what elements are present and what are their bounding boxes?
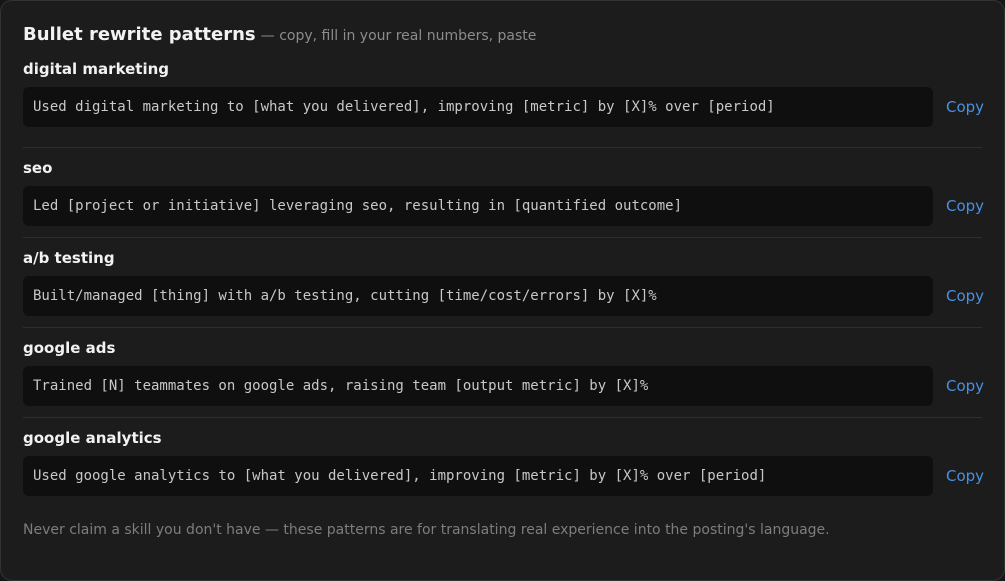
pattern-text[interactable]: Used google analytics to [what you deliv… xyxy=(23,456,933,496)
skill-label: digital marketing xyxy=(23,60,170,78)
disclaimer-note: Never claim a skill you don't have — the… xyxy=(23,522,830,538)
copy-button[interactable]: Copy xyxy=(946,98,984,116)
pattern-text[interactable]: Trained [N] teammates on google ads, rai… xyxy=(23,366,933,406)
pattern-text[interactable]: Led [project or initiative] leveraging s… xyxy=(23,186,933,226)
skill-label: google ads xyxy=(23,339,116,357)
panel-title: Bullet rewrite patterns xyxy=(23,24,256,45)
pattern-line: Trained [N] teammates on google ads, rai… xyxy=(23,366,984,406)
copy-button[interactable]: Copy xyxy=(946,467,984,485)
copy-button[interactable]: Copy xyxy=(946,197,984,215)
pattern-row-seo: seo Led [project or initiative] leveragi… xyxy=(23,148,984,238)
pattern-line: Built/managed [thing] with a/b testing, … xyxy=(23,276,984,316)
skill-label: google analytics xyxy=(23,429,162,447)
pattern-text[interactable]: Used digital marketing to [what you deli… xyxy=(23,87,933,127)
pattern-line: Used google analytics to [what you deliv… xyxy=(23,456,984,496)
pattern-line: Used digital marketing to [what you deli… xyxy=(23,87,984,127)
pattern-row-google-analytics: google analytics Used google analytics t… xyxy=(23,418,984,508)
panel-subtitle: — copy, fill in your real numbers, paste xyxy=(260,28,537,44)
pattern-text[interactable]: Built/managed [thing] with a/b testing, … xyxy=(23,276,933,316)
skill-label: a/b testing xyxy=(23,249,115,267)
pattern-row-ab-testing: a/b testing Built/managed [thing] with a… xyxy=(23,238,984,328)
skill-label: seo xyxy=(23,159,53,177)
bullet-patterns-panel: Bullet rewrite patterns — copy, fill in … xyxy=(0,0,1005,581)
panel-header: Bullet rewrite patterns — copy, fill in … xyxy=(23,23,982,47)
copy-button[interactable]: Copy xyxy=(946,377,984,395)
copy-button[interactable]: Copy xyxy=(946,287,984,305)
pattern-line: Led [project or initiative] leveraging s… xyxy=(23,186,984,226)
pattern-row-digital-marketing: digital marketing Used digital marketing… xyxy=(23,58,984,148)
pattern-row-google-ads: google ads Trained [N] teammates on goog… xyxy=(23,328,984,418)
